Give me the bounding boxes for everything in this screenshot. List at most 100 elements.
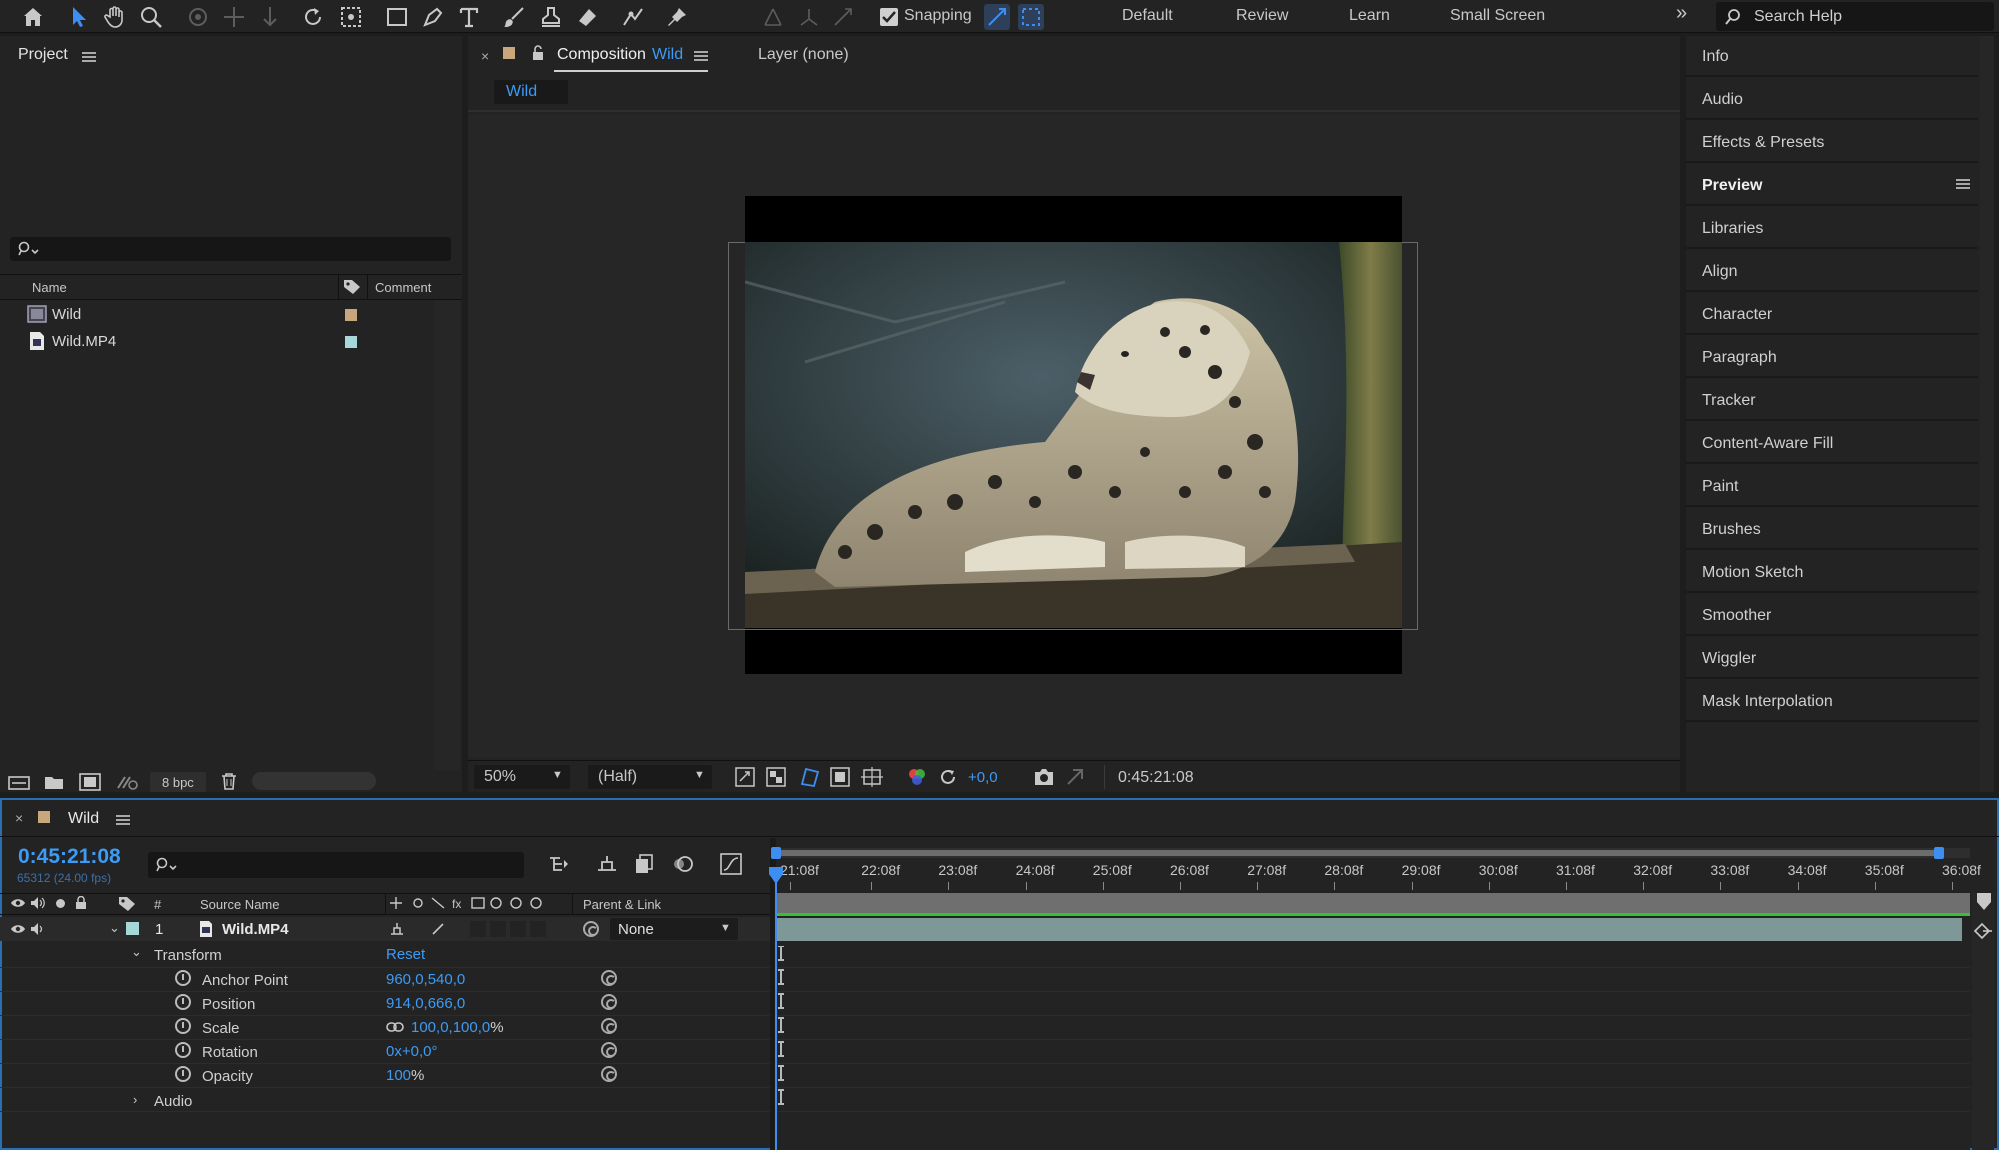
panel-wiggler[interactable]: Wiggler <box>1686 638 1978 679</box>
composition-flowchart-icon[interactable] <box>548 854 570 874</box>
workspace-default[interactable]: Default <box>1122 7 1173 25</box>
snapping-checkbox[interactable] <box>880 8 898 26</box>
project-search-input[interactable] <box>10 237 451 261</box>
pen-tool-icon[interactable] <box>420 4 446 30</box>
zoom-tool-icon[interactable] <box>138 4 164 30</box>
breadcrumb[interactable]: Wild <box>494 80 568 104</box>
panel-effects-presets[interactable]: Effects & Presets <box>1686 122 1978 163</box>
project-item-row[interactable]: Wild <box>0 302 440 328</box>
frame-blending-icon[interactable] <box>634 853 654 875</box>
label-color-swatch[interactable] <box>345 336 357 348</box>
current-time-display[interactable]: 0:45:21:08 <box>18 845 121 869</box>
time-navigator-range[interactable] <box>776 850 1942 856</box>
parent-dropdown[interactable]: None ▼ <box>610 918 738 940</box>
solo-icon[interactable] <box>56 899 65 908</box>
timeline-search-input[interactable] <box>148 852 524 878</box>
exposure-value[interactable]: +0,0 <box>968 769 998 786</box>
layer-visibility-eye-icon[interactable] <box>10 923 26 935</box>
panel-audio[interactable]: Audio <box>1686 79 1978 120</box>
project-title[interactable]: Project <box>18 46 68 64</box>
new-composition-icon[interactable] <box>79 773 101 791</box>
interpret-footage-icon[interactable] <box>8 774 30 790</box>
panel-preview[interactable]: Preview <box>1686 165 1978 206</box>
panel-content-aware-fill[interactable]: Content-Aware Fill <box>1686 423 1978 464</box>
expression-pickwhip-icon[interactable] <box>601 1042 617 1058</box>
bpc-button[interactable]: 8 bpc <box>150 772 206 792</box>
shy-layer-icon[interactable] <box>389 922 405 936</box>
navigator-end-handle[interactable] <box>1934 847 1944 859</box>
workspace-small-screen[interactable]: Small Screen <box>1450 7 1545 25</box>
project-item-row[interactable]: Wild.MP4 <box>0 329 440 355</box>
type-tool-icon[interactable] <box>456 4 482 30</box>
video-eye-icon[interactable] <box>10 897 26 909</box>
orbit-camera-icon[interactable] <box>185 4 211 30</box>
rotation-tool-icon[interactable] <box>300 4 326 30</box>
snow-leopard-footage[interactable] <box>745 242 1402 628</box>
switch-boxes[interactable] <box>470 921 552 937</box>
panel-info[interactable]: Info <box>1686 36 1978 77</box>
collapse-layer-icon[interactable]: ⌄ <box>109 920 120 936</box>
close-tab-icon[interactable]: × <box>15 810 23 826</box>
home-icon[interactable] <box>20 4 46 30</box>
axis-view-icon[interactable] <box>830 4 856 30</box>
transparency-grid-icon[interactable] <box>766 767 786 787</box>
motion-blur-icon[interactable] <box>672 853 694 875</box>
mask-visibility-icon[interactable] <box>798 766 820 788</box>
opacity-stopwatch-icon[interactable] <box>175 1066 191 1082</box>
label-color-swatch[interactable] <box>345 309 357 321</box>
axis-local-icon[interactable] <box>796 4 822 30</box>
project-settings-icon[interactable] <box>116 773 138 791</box>
scale-value[interactable]: 100,0,100,0% <box>411 1019 504 1036</box>
panel-mask-interpolation[interactable]: Mask Interpolation <box>1686 681 1978 722</box>
parent-pickwhip-icon[interactable] <box>583 921 599 937</box>
project-scrollbar[interactable] <box>434 300 460 770</box>
region-of-interest-icon[interactable] <box>830 767 850 787</box>
column-number-header[interactable]: # <box>154 897 161 912</box>
layer-source-name[interactable]: Wild.MP4 <box>222 921 289 938</box>
panel-paint[interactable]: Paint <box>1686 466 1978 507</box>
panel-brushes[interactable]: Brushes <box>1686 509 1978 550</box>
snap-edges-icon[interactable] <box>984 4 1010 30</box>
roto-brush-icon[interactable] <box>620 4 646 30</box>
composition-timecode[interactable]: 0:45:21:08 <box>1118 769 1194 787</box>
lock-icon[interactable] <box>532 45 544 61</box>
comp-end-marker[interactable] <box>1976 892 1992 912</box>
label-tag-icon[interactable] <box>118 896 136 912</box>
preview-menu-icon[interactable] <box>1956 179 1970 189</box>
expression-pickwhip-icon[interactable] <box>601 994 617 1010</box>
selection-tool-icon[interactable] <box>66 4 92 30</box>
layer-audio-speaker-icon[interactable] <box>30 922 46 936</box>
snap-features-icon[interactable] <box>1018 4 1044 30</box>
audio-speaker-icon[interactable] <box>30 896 46 910</box>
composition-menu-icon[interactable] <box>694 51 708 61</box>
magnification-dropdown[interactable]: 50% ▼ <box>474 765 570 789</box>
panel-smoother[interactable]: Smoother <box>1686 595 1978 636</box>
expression-pickwhip-icon[interactable] <box>601 1066 617 1082</box>
work-area-bar[interactable] <box>776 893 1970 915</box>
clone-stamp-icon[interactable] <box>538 4 564 30</box>
new-folder-icon[interactable] <box>44 774 64 790</box>
panel-tracker[interactable]: Tracker <box>1686 380 1978 421</box>
puppet-pin-icon[interactable] <box>664 4 690 30</box>
transform-group-label[interactable]: Transform <box>154 947 222 964</box>
right-panel-scrollbar[interactable] <box>1980 36 1994 792</box>
quality-switch-icon[interactable] <box>431 922 445 936</box>
fast-previews-icon[interactable] <box>735 767 755 787</box>
draft-3d-icon[interactable] <box>596 854 618 874</box>
tab-composition[interactable]: Composition Wild <box>554 44 708 72</box>
eraser-tool-icon[interactable] <box>574 4 600 30</box>
thumbnail-size-slider[interactable] <box>252 772 376 790</box>
trash-icon[interactable] <box>220 772 238 790</box>
dolly-camera-icon[interactable] <box>257 4 283 30</box>
project-menu-icon[interactable] <box>82 52 96 62</box>
constrain-proportions-link-icon[interactable] <box>386 1022 404 1032</box>
tab-layer[interactable]: Layer (none) <box>758 46 849 64</box>
more-workspaces-icon[interactable]: » <box>1676 2 1687 25</box>
label-tag-icon[interactable] <box>343 279 361 295</box>
resolution-dropdown[interactable]: (Half) ▼ <box>588 765 712 789</box>
close-tab-icon[interactable]: × <box>481 48 489 64</box>
timeline-menu-icon[interactable] <box>116 815 130 825</box>
time-ruler[interactable]: 21:08f 22:08f 23:08f 24:08f 25:08f 26:08f 27:0… <box>776 860 1981 890</box>
panel-libraries[interactable]: Libraries <box>1686 208 1978 249</box>
layer-duration-bar[interactable] <box>776 918 1962 941</box>
